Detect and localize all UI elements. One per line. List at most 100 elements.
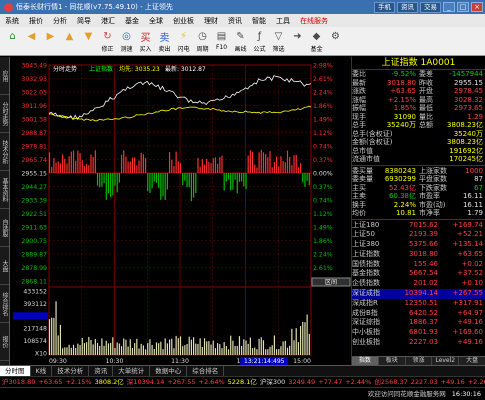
side-tab-7[interactable]: 报价 bbox=[0, 323, 9, 361]
menu-item-5[interactable]: 基金 bbox=[120, 16, 144, 26]
index-change: +135.14 bbox=[452, 240, 483, 249]
quote-tab-2[interactable]: 领涨 bbox=[406, 357, 433, 365]
quote-value: 3808.23亿 bbox=[447, 121, 483, 129]
chart-canvas[interactable]: 3043.49 2.98% 3032.93 2.61% 3022.05 2.24% 3011… bbox=[11, 57, 351, 365]
menu-item-9[interactable]: 资讯 bbox=[223, 16, 247, 26]
toolbar-button-13[interactable]: ƒ 公式 bbox=[250, 27, 269, 56]
quote-value: 87 bbox=[474, 175, 483, 183]
quote-row: 涨幅 +2.15% 最高 3028.32 bbox=[352, 96, 485, 105]
menu-item-1[interactable]: 报价 bbox=[24, 16, 48, 26]
bottom-tab-0[interactable]: 分时图 bbox=[0, 365, 31, 377]
side-tab-2[interactable]: 技术分析 bbox=[0, 133, 9, 171]
chart-header-last: 最新: 3012.87 bbox=[165, 65, 206, 73]
toolbar-button-11[interactable]: ▤ F10 bbox=[212, 27, 231, 56]
quote-row: 委买量 8380243 上涨家数 1000 bbox=[352, 167, 485, 176]
index-row[interactable]: 成份B指 6420.52 +64.97 bbox=[352, 309, 485, 319]
bottom-tab-1[interactable]: K线 bbox=[31, 365, 53, 377]
index-row[interactable]: 上证380 5375.66 +135.14 bbox=[352, 240, 485, 250]
index-row[interactable]: 深成指R 12350.51 +317.91 bbox=[352, 299, 485, 309]
menu-item-2[interactable]: 分析 bbox=[48, 16, 72, 26]
maximize-button[interactable]: □ bbox=[457, 2, 469, 12]
toolbar-button-16[interactable]: ◆ 基金 bbox=[307, 27, 326, 56]
quote-panel: 上证指数 1A0001 委比 -9.52% 委差 -1457944 最新 3018.80 昨… bbox=[351, 57, 485, 365]
index-row[interactable]: 上证50 2193.39 +52.21 bbox=[352, 230, 485, 240]
side-tab-6[interactable]: 综合排名 bbox=[0, 285, 9, 323]
top-button-1[interactable]: 资讯 bbox=[397, 1, 418, 13]
side-tab-5[interactable]: 大盘 bbox=[0, 247, 9, 285]
toolbar-button-15[interactable]: ➜ bbox=[288, 27, 307, 56]
index-row[interactable]: 国债指数 155.46 +0.02 bbox=[352, 260, 485, 270]
ticker-item: 5228.1亿 bbox=[227, 378, 257, 386]
index-change: +63.65 bbox=[457, 249, 483, 258]
toolbar-button-12[interactable]: ✎ 画线 bbox=[231, 27, 250, 56]
pct-tick-label: 1.49% bbox=[313, 225, 333, 232]
index-change: +0.10 bbox=[461, 279, 483, 288]
quote-value: 10.81 bbox=[395, 209, 416, 217]
quote-value: 8380243 bbox=[384, 166, 416, 175]
quote-label: 最新 bbox=[352, 78, 366, 87]
index-row[interactable]: 深证成指 10394.14 +267.55 bbox=[352, 289, 485, 299]
index-price: 2227.03 bbox=[409, 338, 438, 347]
top-button-0[interactable]: 手机 bbox=[374, 1, 395, 13]
toolbar-button-4[interactable]: ▼ bbox=[79, 27, 98, 56]
menu-item-7[interactable]: 创业板 bbox=[168, 16, 199, 26]
close-button[interactable]: × bbox=[471, 2, 483, 12]
toolbar-button-7[interactable]: 买买入 bbox=[136, 27, 155, 56]
toolbar-button-14[interactable]: ▽ 筛选 bbox=[269, 27, 288, 56]
quote-tab-3[interactable]: Level2 bbox=[432, 357, 460, 365]
index-row[interactable]: 上证180 7015.62 +169.74 bbox=[352, 221, 485, 231]
ticker-item: +2.26% bbox=[467, 378, 485, 386]
cursor-time: 13:21:14:495 bbox=[244, 358, 285, 365]
forward-icon: ▶ bbox=[46, 30, 55, 42]
index-row[interactable]: 中小板指 6801.93 +169.60 bbox=[352, 328, 485, 338]
index-price: 5375.66 bbox=[409, 240, 438, 249]
minimize-button[interactable]: _ bbox=[443, 2, 455, 12]
intraday-chart[interactable]: 3043.49 2.98% 3032.93 2.61% 3022.05 2.24% 3011… bbox=[11, 57, 351, 365]
quote-tab-1[interactable]: 板块 bbox=[379, 357, 406, 365]
toolbar-button-17[interactable]: ⚙ bbox=[326, 27, 345, 56]
side-tab-0[interactable]: 应用 bbox=[0, 57, 9, 95]
toolbar-button-10[interactable]: ◷ 周期 bbox=[193, 27, 212, 56]
volume-tick-label: X10 bbox=[35, 351, 47, 358]
menu-item-6[interactable]: 全球 bbox=[144, 16, 168, 26]
menu-item-8[interactable]: 理财 bbox=[199, 16, 223, 26]
pct-tick-label: 1.12% bbox=[313, 130, 333, 137]
quote-label: 总手 bbox=[352, 121, 366, 129]
quote-label: 市盈率 bbox=[419, 192, 440, 200]
toolbar-button-1[interactable]: ◀ bbox=[22, 27, 41, 56]
menu-item-4[interactable]: 港汇 bbox=[96, 16, 120, 26]
index-row[interactable]: 企债指数 201.02 +0.10 bbox=[352, 279, 485, 289]
toolbar-button-3[interactable]: ▲ bbox=[60, 27, 79, 56]
quote-row: 最新 3018.80 昨收 2955.15 bbox=[352, 79, 485, 88]
top-button-2[interactable]: 交易 bbox=[420, 1, 441, 13]
side-tab-3[interactable]: 基本资料 bbox=[0, 171, 9, 209]
menu-item-11[interactable]: 工具 bbox=[271, 16, 295, 26]
index-row[interactable]: 基金指数 5667.54 +37.52 bbox=[352, 269, 485, 279]
quote-tab-4[interactable]: 大盘 bbox=[459, 357, 485, 365]
volume-tick-label: 393112 bbox=[23, 301, 47, 308]
quote-value: 2973.65 bbox=[454, 104, 483, 112]
menu-item-12[interactable]: 在线服务 bbox=[295, 16, 333, 26]
bottom-tab-6[interactable]: 综合排名 bbox=[187, 365, 225, 377]
toolbar-button-5[interactable]: ↻ 修正 bbox=[98, 27, 117, 56]
toolbar-button-0[interactable]: ⌂ bbox=[3, 27, 22, 56]
quote-tab-0[interactable]: 指数 bbox=[352, 357, 379, 365]
toolbar-button-6[interactable]: ◎ 测速 bbox=[117, 27, 136, 56]
pct-tick-label: 0.74% bbox=[313, 198, 333, 205]
side-tab-4[interactable]: 自选股 bbox=[0, 209, 9, 247]
side-tab-1[interactable]: 分时走势 bbox=[0, 95, 9, 133]
bottom-tab-2[interactable]: 技术分析 bbox=[52, 365, 90, 377]
bottom-tab-3[interactable]: 资讯 bbox=[89, 365, 114, 377]
index-row[interactable]: 创业板指 2227.03 +49.16 bbox=[352, 338, 485, 348]
menu-item-10[interactable]: 智能 bbox=[247, 16, 271, 26]
toolbar-button-2[interactable]: ▶ bbox=[41, 27, 60, 56]
toolbar-button-9[interactable]: ⚡ 闪电 bbox=[174, 27, 193, 56]
toolbar-button-8[interactable]: 卖卖出 bbox=[155, 27, 174, 56]
index-row[interactable]: 上证指数 3018.80 +63.65 bbox=[352, 250, 485, 260]
quote-value: 31090 bbox=[393, 112, 416, 121]
menu-item-0[interactable]: 系统 bbox=[0, 16, 24, 26]
bottom-tab-5[interactable]: 数据中心 bbox=[150, 365, 188, 377]
bottom-tab-4[interactable]: 大单统计 bbox=[113, 365, 151, 377]
menu-item-3[interactable]: 简导 bbox=[72, 16, 96, 26]
index-row[interactable]: 深证综指 1886.37 +49.16 bbox=[352, 318, 485, 328]
